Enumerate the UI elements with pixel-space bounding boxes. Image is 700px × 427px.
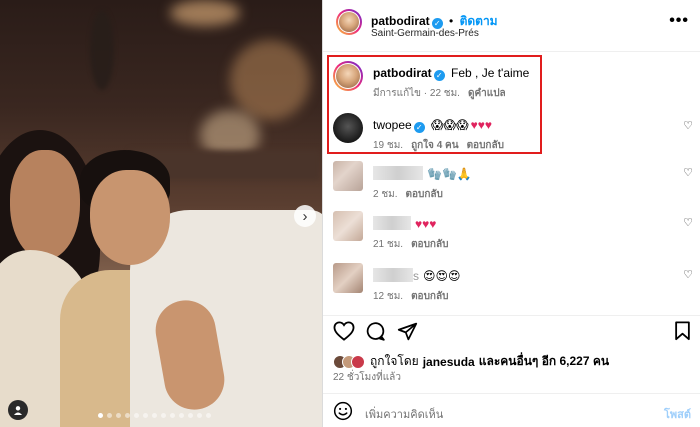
- commenter-avatar[interactable]: [333, 161, 363, 191]
- post-detail-pane: patbodirat ✓ • ติดตาม Saint-Germain-des-P…: [322, 0, 700, 427]
- comment-meta: 12 ชม. ตอบกลับ: [373, 289, 448, 304]
- reply-button[interactable]: ตอบกลับ: [411, 239, 448, 250]
- comment-row: ♥♥♥ 21 ชม. ตอบกลับ ♡: [323, 211, 700, 251]
- carousel-dot: [143, 413, 148, 418]
- author-avatar[interactable]: [336, 9, 362, 35]
- liker-avatar: [351, 354, 365, 369]
- comment-row: s 😍😍😍 12 ชม. ตอบกลับ ♡: [323, 263, 700, 303]
- add-comment-bar: เพิ่มความคิดเห็น โพสต์: [323, 393, 700, 427]
- emoji-picker-icon[interactable]: [333, 401, 353, 426]
- comment-row: 🧤🧤🙏 2 ชม. ตอบกลับ ♡: [323, 161, 700, 201]
- carousel-dot: [116, 413, 121, 418]
- reply-button[interactable]: ตอบกลับ: [411, 291, 448, 302]
- more-options-icon[interactable]: •••: [669, 12, 689, 30]
- comment-text: ♥♥♥: [373, 216, 436, 231]
- reply-button[interactable]: ตอบกลับ: [406, 189, 443, 200]
- post-location[interactable]: Saint-Germain-des-Prés: [371, 28, 479, 39]
- next-photo-arrow-icon[interactable]: ›: [294, 205, 316, 227]
- commenter-avatar[interactable]: [333, 263, 363, 293]
- likes-summary[interactable]: ถูกใจโดย janesuda และคนอื่นๆ อีก 6,227 ค…: [333, 352, 609, 371]
- comment-text: s 😍😍😍: [373, 268, 461, 283]
- comment-meta: 2 ชม. ตอบกลับ: [373, 187, 443, 202]
- liker-username[interactable]: janesuda: [423, 355, 475, 369]
- follow-button[interactable]: ติดตาม: [460, 14, 498, 28]
- post-actions-bar: [323, 315, 700, 345]
- comment-time: 2 ชม.: [373, 189, 398, 200]
- author-username[interactable]: patbodirat: [371, 14, 430, 28]
- carousel-dot: [107, 413, 112, 418]
- photo-light-glow: [230, 40, 310, 120]
- post-header: patbodirat ✓ • ติดตาม Saint-Germain-des-P…: [323, 0, 700, 52]
- blurred-username[interactable]: [373, 166, 423, 180]
- save-bookmark-icon[interactable]: [674, 321, 691, 346]
- comments-list[interactable]: patbodirat ✓ Feb , Je t'aime มีการแก้ไข ·…: [323, 53, 700, 315]
- carousel-dot: [170, 413, 175, 418]
- carousel-dot: [179, 413, 184, 418]
- like-comment-heart-icon[interactable]: ♡: [683, 166, 693, 179]
- username-suffix: s: [413, 269, 419, 283]
- likes-suffix[interactable]: และคนอื่นๆ อีก 6,227 คน: [479, 352, 609, 371]
- comment-time: 12 ชม.: [373, 291, 404, 302]
- blurred-username[interactable]: [373, 268, 413, 282]
- comment-emoji: 🧤🧤🙏: [427, 167, 472, 181]
- carousel-dot: [125, 413, 130, 418]
- comment-input[interactable]: เพิ่มความคิดเห็น: [365, 405, 443, 423]
- comment-text: 🧤🧤🙏: [373, 166, 472, 181]
- carousel-dot: [152, 413, 157, 418]
- like-comment-heart-icon[interactable]: ♡: [683, 119, 693, 132]
- carousel-dot: [161, 413, 166, 418]
- post-photo[interactable]: ›: [0, 0, 322, 427]
- comment-emoji: 😍😍😍: [423, 269, 461, 283]
- photo-background-figure: [90, 10, 114, 90]
- like-comment-heart-icon[interactable]: ♡: [683, 216, 693, 229]
- likes-prefix: ถูกใจโดย: [370, 354, 419, 368]
- carousel-dot: [98, 413, 103, 418]
- comment-bubble-icon[interactable]: [365, 321, 386, 347]
- photo-lamp-glow: [170, 0, 240, 26]
- photo-man-face: [90, 170, 170, 265]
- like-comment-heart-icon[interactable]: ♡: [683, 268, 693, 281]
- carousel-dot: [188, 413, 193, 418]
- share-paper-plane-icon[interactable]: [397, 321, 418, 347]
- tagged-user-icon[interactable]: [8, 400, 28, 420]
- highlight-box: [327, 55, 542, 154]
- post-comment-button[interactable]: โพสต์: [664, 405, 691, 423]
- separator-dot: •: [449, 14, 454, 28]
- commenter-avatar[interactable]: [333, 211, 363, 241]
- like-heart-icon[interactable]: [333, 321, 355, 346]
- liker-avatars: [333, 354, 365, 369]
- comment-time: 21 ชม.: [373, 239, 404, 250]
- post-time: 22 ชั่วโมงที่แล้ว: [333, 372, 401, 383]
- comment-meta: 21 ชม. ตอบกลับ: [373, 237, 448, 252]
- carousel-dot: [134, 413, 139, 418]
- carousel-dot: [197, 413, 202, 418]
- comment-hearts: ♥♥♥: [415, 217, 437, 231]
- carousel-dots: [98, 413, 211, 418]
- carousel-dot: [206, 413, 211, 418]
- photo-woman-face: [10, 150, 80, 260]
- blurred-username[interactable]: [373, 216, 411, 230]
